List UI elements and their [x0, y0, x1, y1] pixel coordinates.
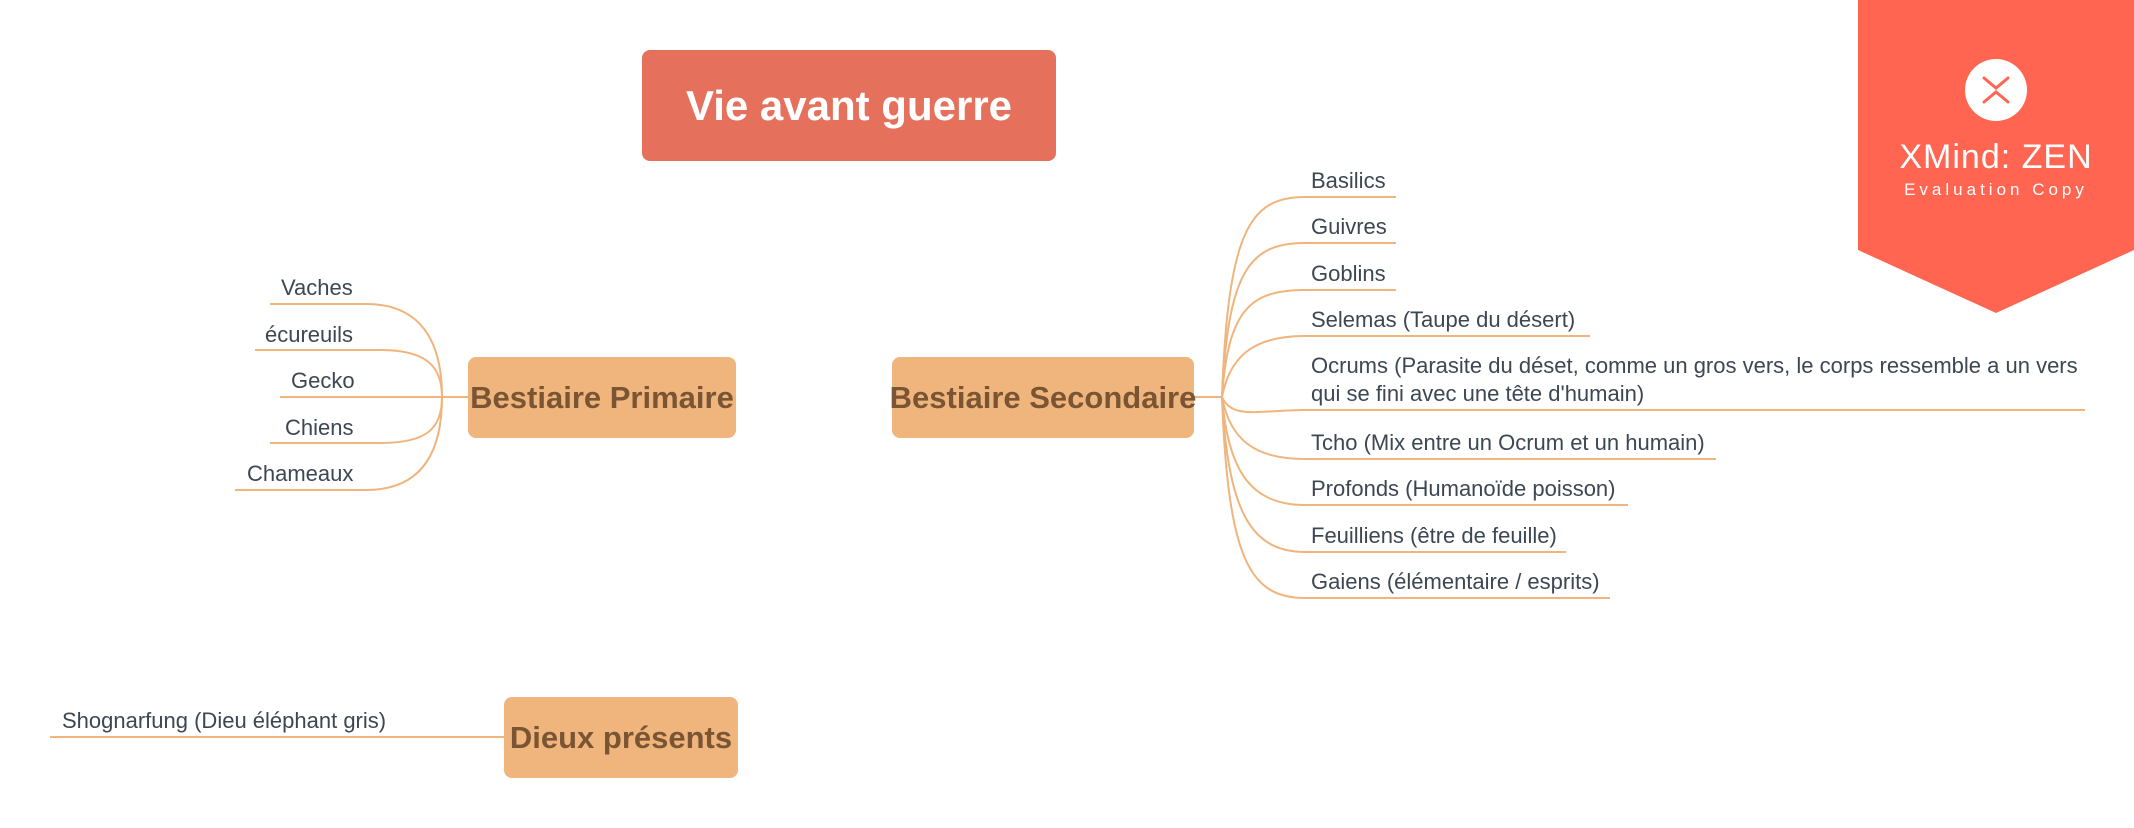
- subtopic-feuilliens[interactable]: Feuilliens (être de feuille): [1311, 522, 1557, 550]
- main-topic-bestiaire-secondaire[interactable]: Bestiaire Secondaire: [890, 357, 1196, 438]
- central-topic[interactable]: Vie avant guerre: [642, 50, 1056, 161]
- subtopic-guivres[interactable]: Guivres: [1311, 213, 1387, 241]
- subtopic-vaches[interactable]: Vaches: [281, 274, 353, 302]
- subtopic-basilics[interactable]: Basilics: [1311, 167, 1386, 195]
- subtopic-shognarfung[interactable]: Shognarfung (Dieu éléphant gris): [62, 707, 386, 735]
- subtopic-profonds[interactable]: Profonds (Humanoïde poisson): [1311, 475, 1616, 503]
- subtopic-chameaux[interactable]: Chameaux: [247, 460, 353, 488]
- subtopic-ocrums[interactable]: Ocrums (Parasite du déset, comme un gros…: [1311, 352, 2078, 408]
- subtopic-gecko[interactable]: Gecko: [291, 367, 355, 395]
- main-topic-bestiaire-primaire[interactable]: Bestiaire Primaire: [468, 357, 736, 438]
- subtopic-tcho[interactable]: Tcho (Mix entre un Ocrum et un humain): [1311, 429, 1705, 457]
- main-topic-dieux-presents[interactable]: Dieux présents: [504, 697, 738, 778]
- subtopic-ocrums-line-2: qui se fini avec une tête d'humain): [1311, 381, 1645, 406]
- subtopic-chiens[interactable]: Chiens: [285, 414, 353, 442]
- subtopic-ocrums-line-1: Ocrums (Parasite du déset, comme un gros…: [1311, 353, 2078, 378]
- subtopic-goblins[interactable]: Goblins: [1311, 260, 1386, 288]
- xmind-logo-icon: [1965, 59, 2027, 121]
- subtopic-ecureuils[interactable]: écureuils: [265, 321, 353, 349]
- badge-subtitle: Evaluation Copy: [1904, 180, 2088, 199]
- badge-brand: XMind: ZEN: [1899, 138, 2093, 176]
- subtopic-selemas[interactable]: Selemas (Taupe du désert): [1311, 306, 1575, 334]
- subtopic-gaiens[interactable]: Gaiens (élémentaire / esprits): [1311, 568, 1600, 596]
